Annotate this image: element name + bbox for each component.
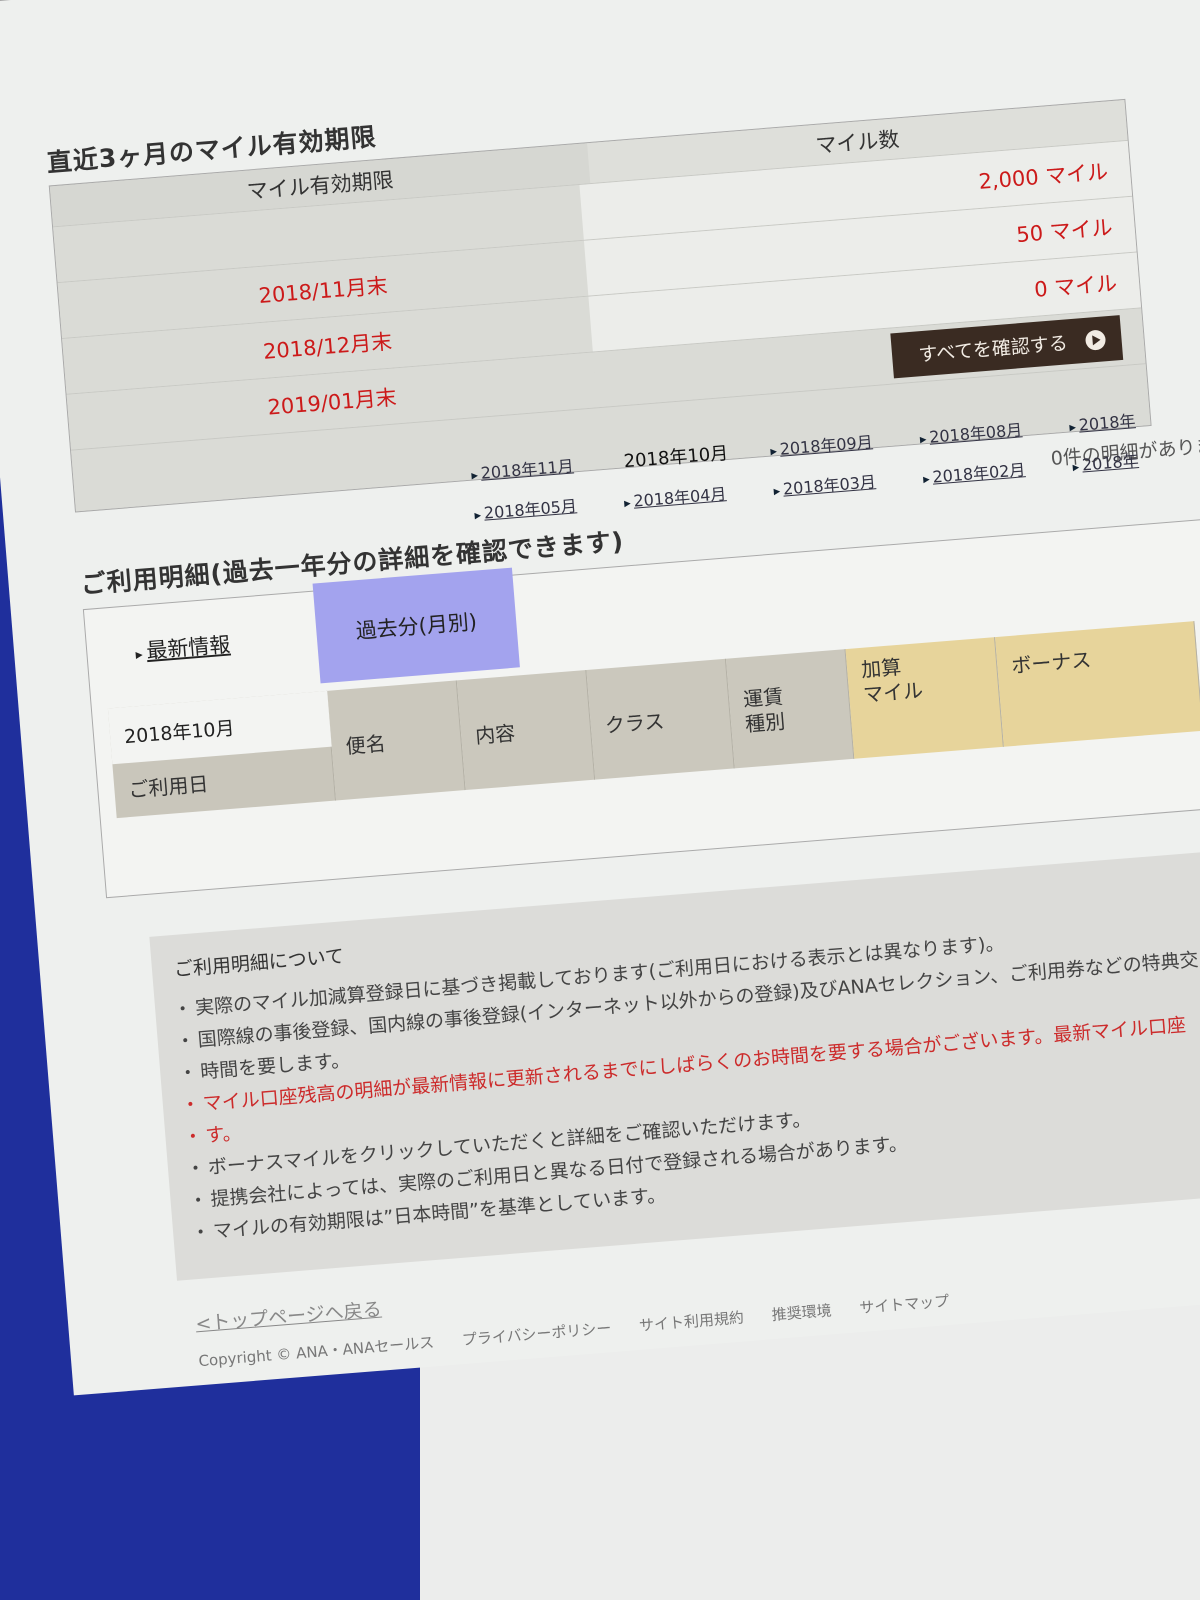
- month-link[interactable]: 2018年02月: [922, 452, 1073, 488]
- play-circle-icon: [1084, 328, 1107, 351]
- month-link[interactable]: 2018年03月: [772, 464, 923, 500]
- month-link[interactable]: 2018年04月: [623, 476, 774, 512]
- col-date-label: ご利用日: [127, 771, 210, 803]
- privacy-link[interactable]: プライバシーポリシー: [461, 1317, 612, 1350]
- tab-past-monthly[interactable]: 過去分(月別): [312, 567, 520, 684]
- tab-latest[interactable]: 最新情報: [134, 629, 231, 667]
- col-add-line2: マイル: [862, 678, 925, 707]
- month-link[interactable]: 2018年11月: [470, 449, 621, 485]
- month-link[interactable]: 2018年: [1068, 400, 1200, 436]
- env-link[interactable]: 推奨環境: [771, 1299, 833, 1325]
- col-fare-line1: 運賃: [742, 684, 785, 712]
- month-link[interactable]: 2018年09月: [769, 425, 920, 461]
- col-add-miles-header: 加算 マイル: [845, 637, 1004, 759]
- copyright: Copyright © ANA・ANAセールス: [197, 1333, 435, 1371]
- usage-notes: ご利用明細について 実際のマイル加減算登録日に基づき掲載しております(ご利用日に…: [149, 843, 1200, 1281]
- confirm-all-label: すべてを確認する: [917, 332, 1069, 367]
- terms-link[interactable]: サイト利用規約: [638, 1306, 744, 1335]
- month-link[interactable]: 2018年08月: [919, 413, 1070, 449]
- main-content: 直近3ヶ月のマイル有効期限 マイル有効期限 マイル数 2,000 マイル 201…: [45, 44, 1200, 1375]
- selected-month-label: 2018年10月: [107, 690, 332, 765]
- col-contents-header: 内容: [456, 669, 596, 791]
- col-flight-header: 便名: [327, 680, 466, 801]
- month-current: 2018年10月: [622, 442, 730, 473]
- col-class-header: クラス: [586, 658, 735, 780]
- col-date-header: 2018年10月 ご利用日: [107, 690, 337, 819]
- note-text: す。: [204, 1122, 243, 1147]
- sitemap-link[interactable]: サイトマップ: [859, 1290, 950, 1318]
- month-link[interactable]: 2018年05月: [473, 488, 624, 524]
- month-link[interactable]: 2018年: [1071, 440, 1200, 476]
- col-bonus-header: ボーナス: [995, 621, 1200, 747]
- col-fare-header: 運賃 種別: [725, 649, 855, 769]
- top-bar-edge: [0, 0, 421, 4]
- col-fare-line2: 種別: [744, 709, 787, 737]
- monitor-screen: 直近3ヶ月のマイル有効期限 マイル有効期限 マイル数 2,000 マイル 201…: [0, 0, 1200, 1396]
- usage-detail-table: 2018年10月 ご利用日 便名 内容 クラス 運賃 種別 加算 マイル ボーナ…: [107, 616, 1200, 819]
